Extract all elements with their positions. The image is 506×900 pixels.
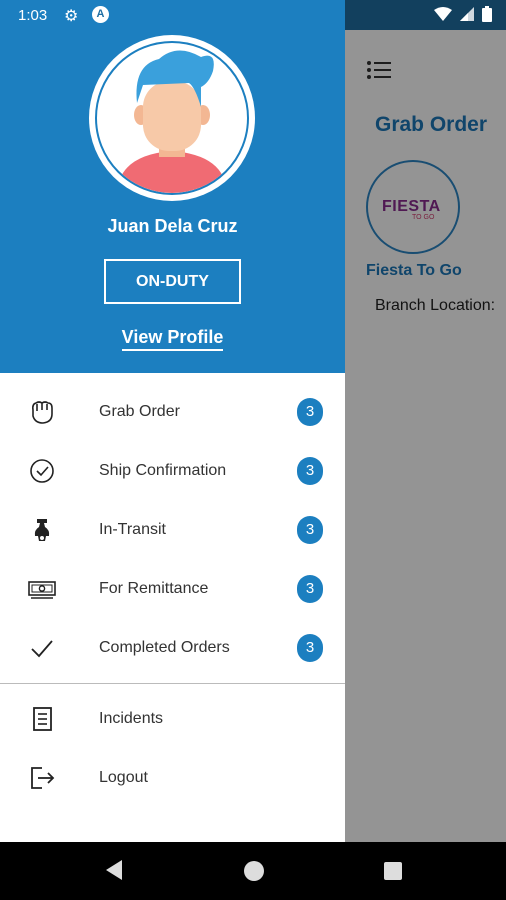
signal-icon — [460, 7, 474, 21]
drawer-header: Juan Dela Cruz ON-DUTY View Profile — [0, 0, 345, 373]
menu-item-label: Completed Orders — [99, 639, 230, 656]
checkmark-icon — [31, 640, 53, 658]
gear-icon: ⚙ — [64, 8, 79, 25]
menu-divider — [0, 683, 345, 684]
battery-icon — [482, 6, 492, 22]
navigation-drawer: Juan Dela Cruz ON-DUTY View Profile Grab… — [0, 0, 345, 842]
view-profile-label: View Profile — [121, 327, 224, 351]
system-navigation-bar — [0, 842, 506, 900]
back-icon[interactable] — [104, 859, 124, 881]
status-bar: 1:03 ⚙ A — [0, 0, 506, 30]
menu-item-label: Incidents — [99, 710, 164, 727]
menu-item-label: Grab Order — [99, 403, 180, 420]
count-badge: 3 — [297, 634, 323, 662]
home-icon[interactable] — [244, 861, 264, 881]
count-badge: 3 — [297, 398, 323, 426]
status-time: 1:03 — [18, 7, 48, 24]
notification-app-icon: A — [92, 6, 109, 23]
wifi-icon — [434, 7, 452, 21]
menu-item-completed-orders[interactable]: Completed Orders 3 — [0, 619, 345, 678]
menu-item-for-remittance[interactable]: For Remittance 3 — [0, 560, 345, 619]
menu-item-logout[interactable]: Logout — [0, 749, 345, 808]
scooter-icon — [34, 519, 50, 541]
count-badge: 3 — [297, 516, 323, 544]
avatar-illustration — [117, 50, 227, 193]
duty-status-button[interactable]: ON-DUTY — [104, 259, 241, 304]
menu-item-label: In-Transit — [99, 521, 166, 538]
avatar[interactable] — [89, 35, 255, 201]
document-icon — [33, 707, 52, 731]
menu-item-ship-confirmation[interactable]: Ship Confirmation 3 — [0, 442, 345, 501]
menu-item-grab-order[interactable]: Grab Order 3 — [0, 383, 345, 442]
menu-item-in-transit[interactable]: In-Transit 3 — [0, 501, 345, 560]
recent-apps-icon[interactable] — [384, 862, 402, 880]
count-badge: 3 — [297, 575, 323, 603]
menu-item-label: Logout — [99, 769, 148, 786]
count-badge: 3 — [297, 457, 323, 485]
hand-icon — [32, 401, 53, 424]
menu-item-label: Ship Confirmation — [99, 462, 227, 479]
user-name: Juan Dela Cruz — [107, 216, 238, 236]
view-profile-link[interactable]: View Profile — [0, 327, 345, 351]
menu-item-incidents[interactable]: Incidents — [0, 690, 345, 749]
logout-icon — [31, 767, 55, 789]
check-circle-icon — [30, 459, 54, 483]
money-icon — [28, 581, 56, 599]
menu-item-label: For Remittance — [99, 580, 209, 597]
